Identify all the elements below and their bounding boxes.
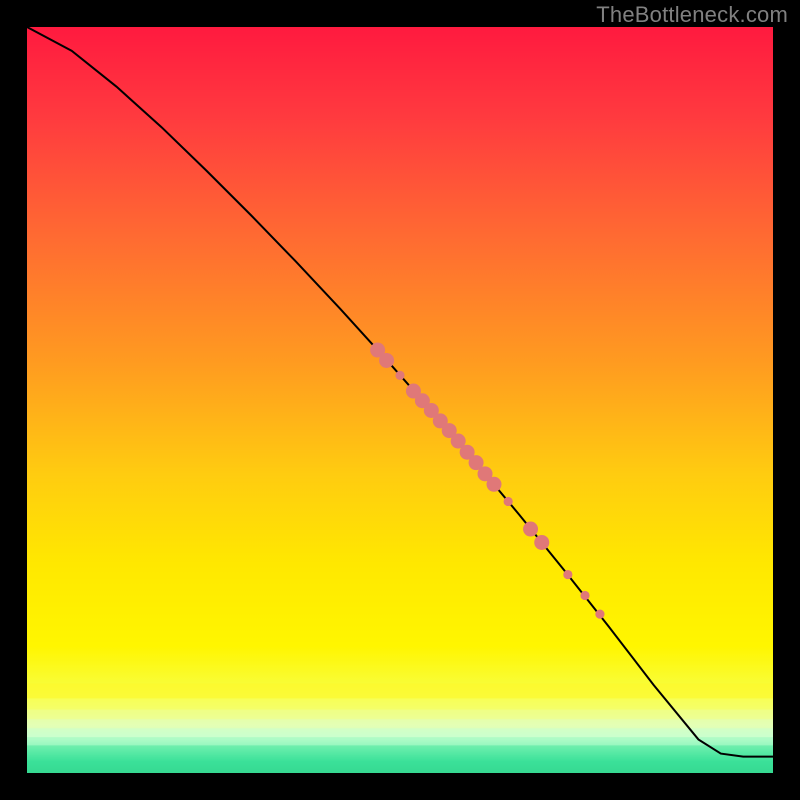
plot-background (27, 27, 773, 773)
watermark-text: TheBottleneck.com (596, 2, 788, 28)
bottleneck-chart (27, 27, 773, 773)
data-point (504, 497, 513, 506)
data-point (580, 591, 589, 600)
stage: TheBottleneck.com (0, 0, 800, 800)
data-point (534, 535, 549, 550)
band (27, 737, 773, 745)
band (27, 683, 773, 698)
data-point (379, 353, 394, 368)
band (27, 745, 773, 773)
band (27, 719, 773, 728)
data-point (395, 371, 404, 380)
band (27, 698, 773, 709)
band (27, 710, 773, 720)
data-point (595, 610, 604, 619)
band (27, 728, 773, 737)
data-point (487, 477, 502, 492)
color-bands (27, 683, 773, 773)
data-point (563, 570, 572, 579)
data-point (523, 522, 538, 537)
